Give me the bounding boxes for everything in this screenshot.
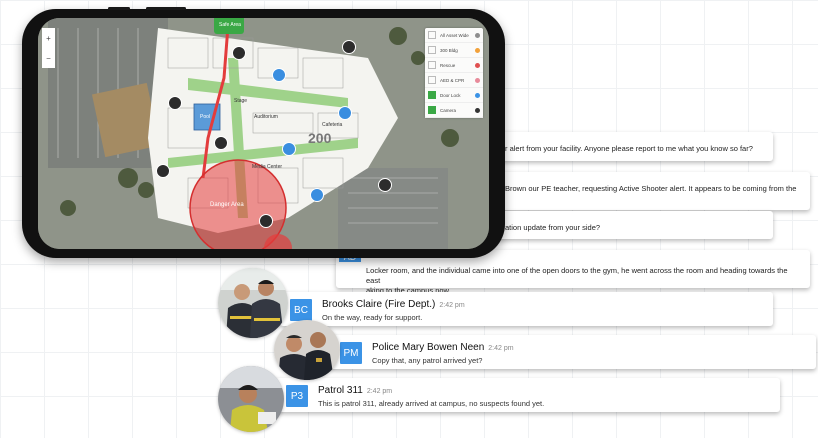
- map-zoom-controls: + −: [42, 28, 55, 68]
- media-center-label: Media Center: [252, 164, 283, 170]
- camera-icon[interactable]: [378, 178, 392, 192]
- legend-color-dot: [475, 47, 480, 53]
- camera-icon[interactable]: [168, 96, 182, 110]
- legend-label: Camera: [440, 107, 457, 113]
- legend-label: AED & CPR: [440, 77, 465, 83]
- legend-label: Door Lock: [440, 92, 461, 98]
- legend-color-dot: [475, 32, 480, 38]
- message-time: 2:42 pm: [366, 388, 393, 395]
- map-view[interactable]: + − Safe Area Danger Area Stage Auditori…: [38, 18, 489, 249]
- checkbox[interactable]: [428, 76, 436, 84]
- chat-message-text: Brown our PE teacher, requesting Active …: [505, 184, 797, 193]
- checkbox-checked[interactable]: [428, 106, 436, 114]
- chat-message-text: Locker room, and the individual came int…: [366, 266, 788, 285]
- camera-icon[interactable]: [156, 164, 170, 178]
- safe-area-label: Safe Area: [219, 22, 241, 28]
- sender-name: Patrol 311: [318, 385, 363, 396]
- avatar: P3: [286, 385, 308, 407]
- phone-frame: + − Safe Area Danger Area Stage Auditori…: [22, 7, 505, 258]
- door-lock-icon[interactable]: [310, 188, 324, 202]
- camera-icon[interactable]: [232, 46, 246, 60]
- camera-icon[interactable]: [342, 40, 356, 54]
- checkbox[interactable]: [428, 61, 436, 69]
- phone-button: [108, 7, 130, 10]
- chat-message-3: ation update from your side?: [495, 211, 773, 239]
- cafeteria-label: Cafeteria: [322, 122, 343, 128]
- firefighter-photo: [218, 268, 288, 338]
- chat-message-2: Brown our PE teacher, requesting Active …: [495, 172, 810, 210]
- chat-message-text: r alert from your facility. Anyone pleas…: [505, 144, 753, 153]
- zoom-in-button[interactable]: +: [46, 34, 51, 43]
- legend-color-dot: [475, 92, 480, 98]
- door-lock-icon[interactable]: [272, 68, 286, 82]
- checkbox[interactable]: [428, 31, 436, 39]
- legend-item[interactable]: AED & CPR: [425, 73, 483, 88]
- chat-message-text: On the way, ready for support.: [322, 313, 423, 322]
- message-time: 2:42 pm: [439, 302, 465, 309]
- avatar: BC: [290, 299, 312, 321]
- sender-name: Brooks Claire (Fire Dept.): [322, 299, 436, 310]
- danger-area-label: Danger Area: [210, 202, 244, 208]
- legend-color-dot: [475, 77, 480, 83]
- auditorium-label: Auditorium: [254, 114, 278, 120]
- legend-label: 300 Bldg: [440, 47, 458, 53]
- chat-message-5: BC Brooks Claire (Fire Dept.) 2:42 pm On …: [280, 292, 773, 326]
- building-200-label: 200: [308, 130, 332, 146]
- chat-message-6: PM Police Mary Bowen Neen 2:42 pm Copy th…: [330, 335, 816, 369]
- message-time: 2:42 pm: [488, 345, 514, 352]
- pool-label: Pool: [200, 114, 211, 120]
- legend-item[interactable]: All Asset Wide: [425, 28, 483, 43]
- chat-message-text: ation update from your side?: [505, 223, 601, 232]
- chat-message-7: P3 Patrol 311 2:42 pm This is patrol 311,…: [276, 378, 780, 412]
- legend-color-dot: [475, 107, 480, 113]
- legend-label: Rescue: [440, 62, 456, 68]
- police-officer-photo: [274, 320, 340, 380]
- patrol-officer-photo: [218, 366, 284, 432]
- door-lock-icon[interactable]: [282, 142, 296, 156]
- door-lock-icon[interactable]: [338, 106, 352, 120]
- legend-color-dot: [475, 62, 480, 68]
- legend-label: All Asset Wide: [440, 32, 469, 38]
- chat-message-1: r alert from your facility. Anyone pleas…: [495, 132, 773, 161]
- checkbox[interactable]: [428, 46, 436, 54]
- sender-name: Police Mary Bowen Neen: [372, 342, 485, 353]
- phone-button: [146, 7, 186, 10]
- camera-icon[interactable]: [259, 214, 273, 228]
- stage-label: Stage: [234, 98, 248, 104]
- chat-message-text: This is patrol 311, already arrived at c…: [318, 399, 545, 408]
- legend-item[interactable]: Door Lock: [425, 88, 483, 103]
- legend-item[interactable]: 300 Bldg: [425, 43, 483, 58]
- legend-item[interactable]: Rescue: [425, 58, 483, 73]
- chat-message-text: Copy that, any patrol arrived yet?: [372, 356, 483, 365]
- zoom-out-button[interactable]: −: [46, 54, 51, 63]
- checkbox-checked[interactable]: [428, 91, 436, 99]
- legend-item[interactable]: Camera: [425, 103, 483, 118]
- avatar: PM: [340, 342, 362, 364]
- camera-icon[interactable]: [214, 136, 228, 150]
- map-layer-legend: All Asset Wide 300 Bldg Rescue AED & CPR…: [425, 28, 483, 118]
